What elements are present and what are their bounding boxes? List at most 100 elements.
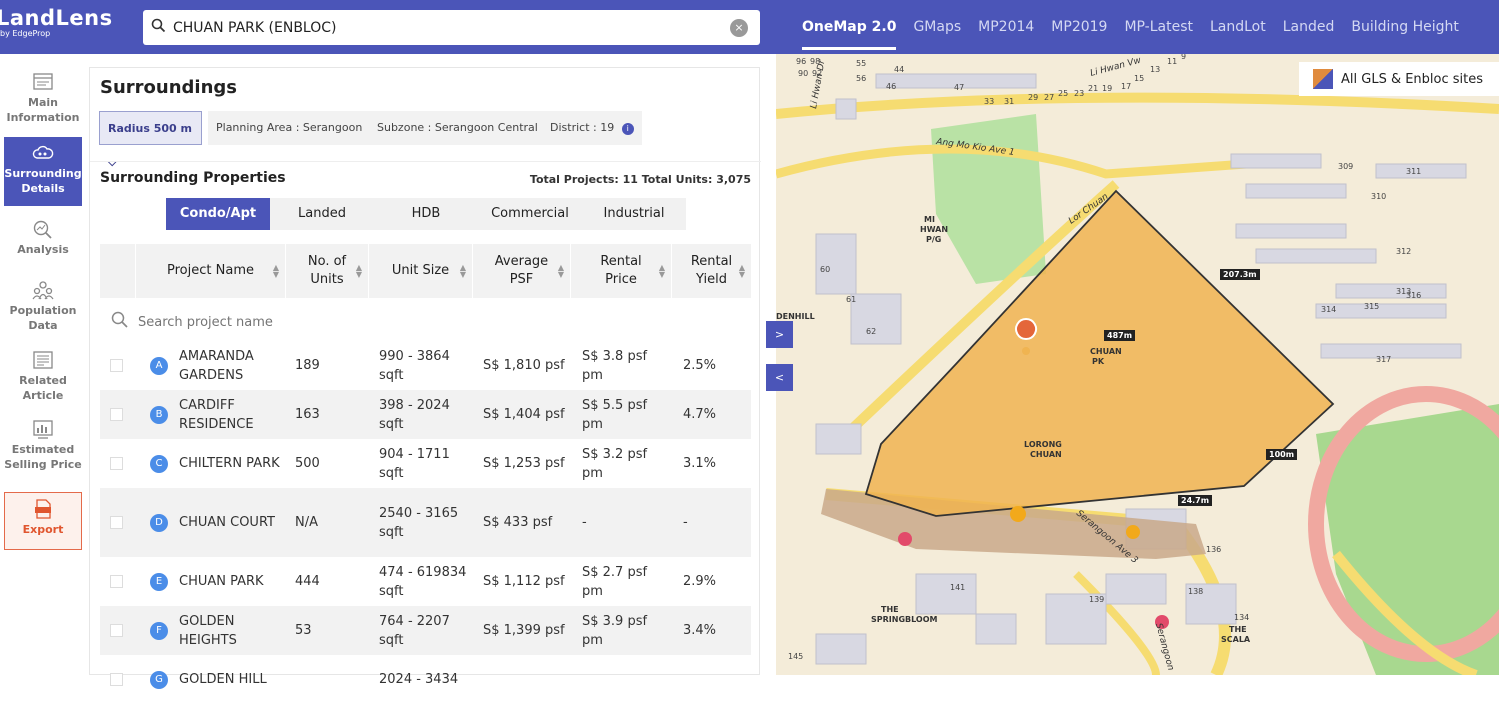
expand-panel-button[interactable]: > xyxy=(766,321,793,348)
cell-yield: 3.1% xyxy=(683,456,717,471)
row-checkbox[interactable] xyxy=(110,624,123,637)
table-row[interactable]: A AMARANDA GARDENS 189 990 - 3864 sqft S$ 1,… xyxy=(100,341,751,390)
sidebar: Main Information Surrounding Details Ana… xyxy=(0,54,86,675)
svg-text:23: 23 xyxy=(1074,89,1084,98)
sort-icon: ▲ ▼ xyxy=(459,263,466,279)
tab-hdb[interactable]: HDB xyxy=(374,198,478,230)
logo-text: LandLens xyxy=(0,6,113,30)
sidebar-item-label: Export xyxy=(22,523,64,536)
row-checkbox[interactable] xyxy=(110,408,123,421)
tab-landed[interactable]: Landed xyxy=(1283,19,1335,35)
svg-text:THE: THE xyxy=(1229,625,1247,634)
tab-gmaps[interactable]: GMaps xyxy=(913,19,961,35)
col-label: Average PSF xyxy=(494,254,549,287)
sidebar-item-estimated-selling-price[interactable]: Estimated Selling Price xyxy=(4,419,82,472)
svg-text:SCALA: SCALA xyxy=(1221,635,1251,644)
col-rental-yield[interactable]: Rental Yield ▲ ▼ xyxy=(671,244,751,298)
project-search-input[interactable] xyxy=(138,314,438,330)
svg-text:P/G: P/G xyxy=(926,235,941,244)
distance-label: 487m xyxy=(1104,330,1136,341)
badge-cell: C xyxy=(150,439,178,488)
cell-size: 990 - 3864 sqft xyxy=(379,348,450,383)
clear-icon[interactable]: × xyxy=(730,18,748,37)
tab-landlot[interactable]: LandLot xyxy=(1210,19,1266,35)
cell-psf: S$ 433 psf xyxy=(483,515,553,530)
map-view[interactable]: 309 310 311 31 2 3 13 314 315 316 317 60 61 62 136… xyxy=(776,54,1499,675)
tab-building-height[interactable]: Building Height xyxy=(1351,19,1459,35)
checkbox-cell xyxy=(110,606,145,655)
search-input[interactable] xyxy=(173,19,730,36)
svg-text:29: 29 xyxy=(1028,93,1038,102)
row-checkbox[interactable] xyxy=(110,575,123,588)
tab-onemap[interactable]: OneMap 2.0 xyxy=(802,19,897,50)
checkbox-cell xyxy=(110,557,145,606)
surrounding-properties-section: Surrounding Properties Total Projects: 1… xyxy=(90,161,761,330)
distance-label: 100m xyxy=(1266,449,1298,460)
cell-yield: - xyxy=(683,515,688,530)
article-icon xyxy=(32,350,54,370)
project-badge: F xyxy=(150,621,168,640)
sort-icon: ▲ ▼ xyxy=(272,263,279,279)
project-search[interactable] xyxy=(100,302,751,342)
tab-condo-apt[interactable]: Condo/Apt xyxy=(166,198,270,230)
collapse-panel-button[interactable]: < xyxy=(766,364,793,391)
export-button[interactable]: Export xyxy=(4,492,82,550)
col-project-name[interactable]: Project Name ▲ ▼ xyxy=(135,244,285,298)
gls-enbloc-toggle[interactable]: All GLS & Enbloc sites xyxy=(1299,62,1499,96)
cell-yield: 2.5% xyxy=(683,358,717,373)
svg-text:9: 9 xyxy=(1181,54,1186,61)
cell-size: 904 - 1711 sqft xyxy=(379,446,450,481)
cell-name: CHUAN COURT xyxy=(179,515,275,530)
col-label: Rental Yield xyxy=(690,254,733,287)
svg-text:44: 44 xyxy=(894,65,904,74)
cell-rent: S$ 3.8 psf pm xyxy=(582,348,648,383)
row-checkbox[interactable] xyxy=(110,516,123,529)
col-no-of-units[interactable]: No. of Units ▲ ▼ xyxy=(285,244,368,298)
col-average-psf[interactable]: Average PSF ▲ ▼ xyxy=(472,244,570,298)
tab-industrial[interactable]: Industrial xyxy=(582,198,686,230)
cell-units: 53 xyxy=(295,623,312,638)
sidebar-item-surrounding-details[interactable]: Surrounding Details xyxy=(4,137,82,206)
sidebar-item-main-information[interactable]: Main Information xyxy=(4,72,82,125)
col-rental-price[interactable]: Rental Price ▲ ▼ xyxy=(570,244,671,298)
tab-landed[interactable]: Landed xyxy=(270,198,374,230)
table-row[interactable]: C CHILTERN PARK 500 904 - 1711 sqft S$ 1,253… xyxy=(100,439,751,488)
radius-select[interactable]: Radius 500 m ⌵ xyxy=(99,111,202,169)
table-row[interactable]: F GOLDEN HEIGHTS 53 764 - 2207 sqft S$ 1,399… xyxy=(100,606,751,655)
tab-mp2014[interactable]: MP2014 xyxy=(978,19,1034,35)
search-bar[interactable]: × xyxy=(143,10,760,45)
cell-psf: S$ 1,112 psf xyxy=(483,574,565,589)
cell-rent: S$ 2.7 psf pm xyxy=(582,564,648,599)
tab-mp2019[interactable]: MP2019 xyxy=(1051,19,1107,35)
table-row[interactable]: D CHUAN COURT N/A 2540 - 3165 sqft S$ 433 ps… xyxy=(100,488,751,557)
sidebar-item-population-data[interactable]: Population Data xyxy=(4,280,82,333)
sidebar-item-label: Analysis xyxy=(17,243,69,256)
sidebar-item-analysis[interactable]: Analysis xyxy=(4,219,82,257)
svg-text:13: 13 xyxy=(1150,65,1160,74)
col-unit-size[interactable]: Unit Size ▲ ▼ xyxy=(368,244,472,298)
table-row[interactable]: B CARDIFF RESIDENCE 163 398 - 2024 sqft S$ 1… xyxy=(100,390,751,439)
gls-label: All GLS & Enbloc sites xyxy=(1341,71,1484,87)
app-logo[interactable]: LandLens by EdgeProp xyxy=(0,6,113,38)
svg-text:60: 60 xyxy=(820,265,830,274)
svg-text:CHUAN: CHUAN xyxy=(1030,450,1062,459)
logo-subtext: by EdgeProp xyxy=(0,29,51,38)
info-icon[interactable]: i xyxy=(621,123,634,135)
svg-text:THE: THE xyxy=(881,605,899,614)
svg-text:55: 55 xyxy=(856,59,866,68)
row-checkbox[interactable] xyxy=(110,359,123,372)
table-row[interactable]: E CHUAN PARK 444 474 - 619834 sqft S$ 1,112 … xyxy=(100,557,751,606)
table-row[interactable]: G GOLDEN HILL 2024 - 3434 xyxy=(100,655,751,704)
tab-commercial[interactable]: Commercial xyxy=(478,198,582,230)
totals-text: Total Projects: 11 Total Units: 3,075 xyxy=(529,173,751,186)
people-icon xyxy=(32,280,54,300)
sidebar-item-related-article[interactable]: Related Article xyxy=(4,350,82,403)
cell-yield: 2.9% xyxy=(683,574,717,589)
row-checkbox[interactable] xyxy=(110,457,123,470)
cloud-icon xyxy=(32,143,54,163)
cell-yield: 4.7% xyxy=(683,407,717,422)
cell-name: CARDIFF RESIDENCE xyxy=(179,397,254,432)
svg-text:96: 96 xyxy=(796,57,806,66)
tab-mp-latest[interactable]: MP-Latest xyxy=(1124,19,1193,35)
property-type-tabs: Condo/Apt Landed HDB Commercial Industri… xyxy=(166,198,686,230)
